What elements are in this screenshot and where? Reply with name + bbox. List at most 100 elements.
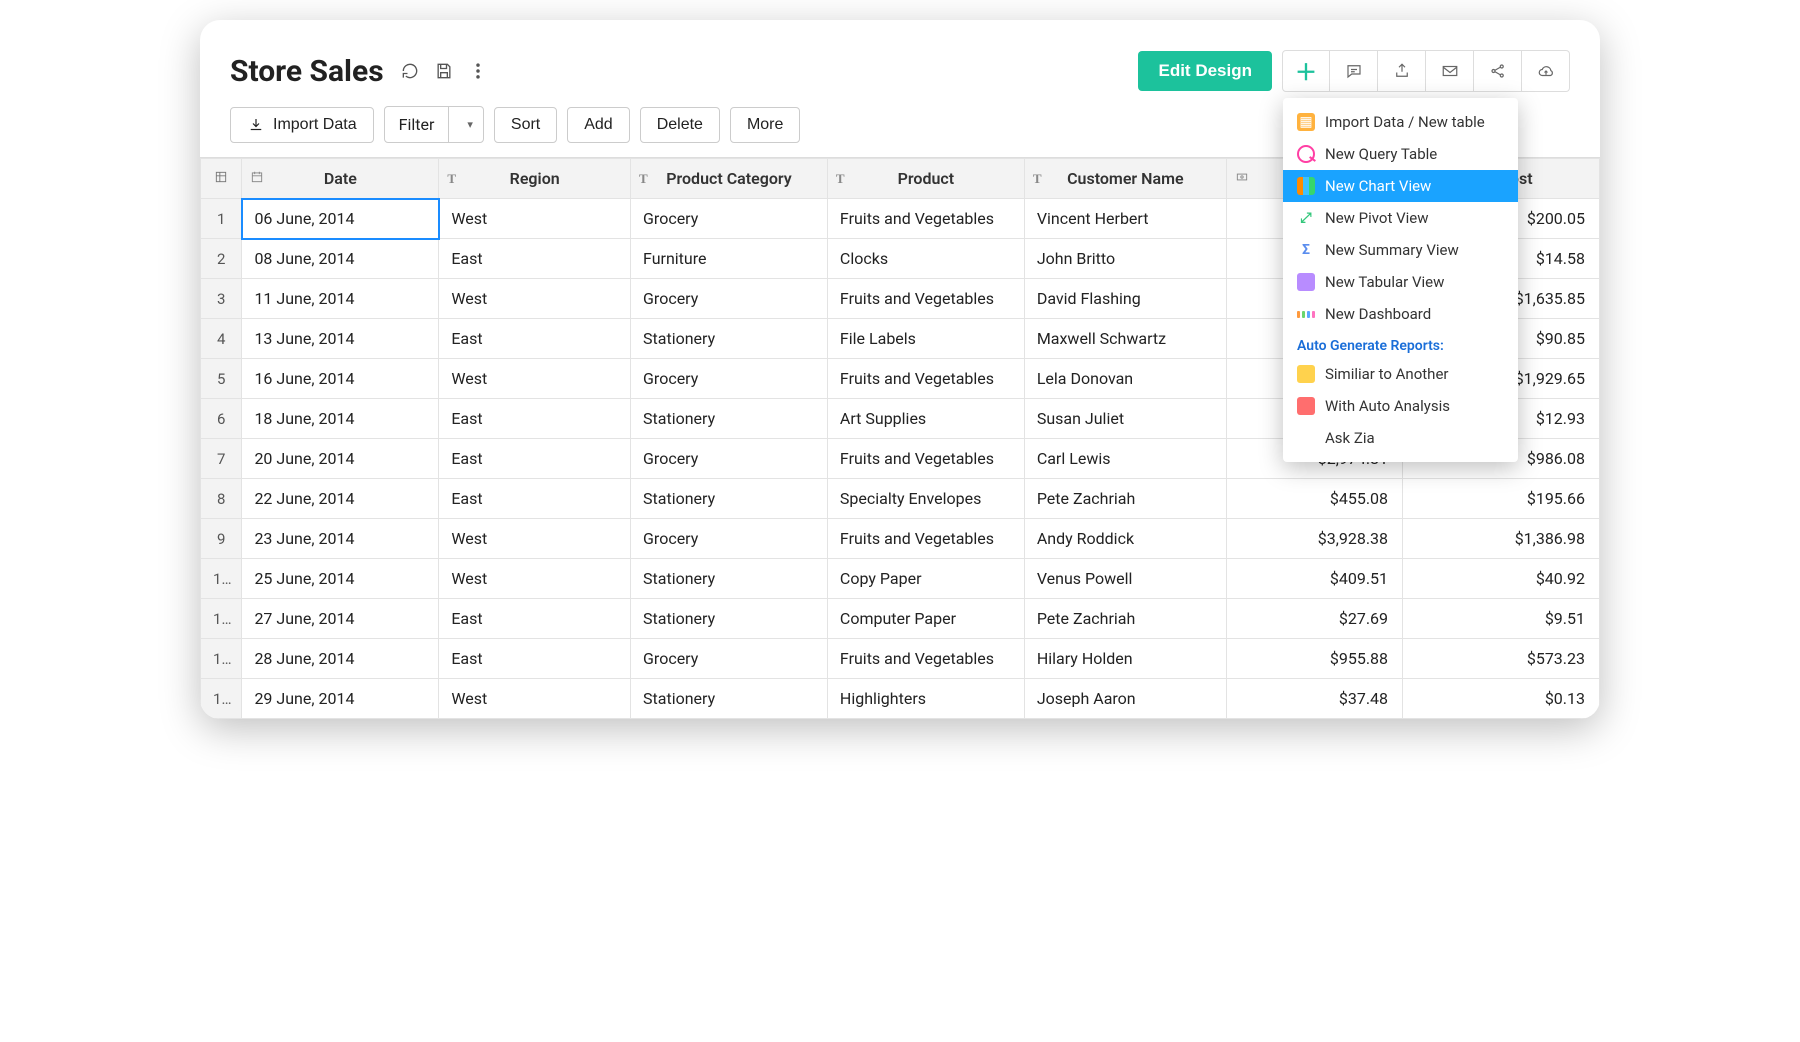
cell-product-category[interactable]: Grocery — [631, 199, 828, 239]
menu-new-query-table[interactable]: New Query Table — [1283, 138, 1518, 170]
add-new-button[interactable]: ＋ — [1282, 50, 1330, 92]
cell-region[interactable]: East — [439, 239, 631, 279]
cell-customer[interactable]: Lela Donovan — [1024, 359, 1226, 399]
cell-product[interactable]: File Labels — [827, 319, 1024, 359]
cell-customer[interactable]: Andy Roddick — [1024, 519, 1226, 559]
cell-product[interactable]: Art Supplies — [827, 399, 1024, 439]
cell-product[interactable]: Fruits and Vegetables — [827, 279, 1024, 319]
cell-product[interactable]: Fruits and Vegetables — [827, 439, 1024, 479]
table-row[interactable]: 1127 June, 2014EastStationeryComputer Pa… — [201, 599, 1600, 639]
cell-date[interactable]: 11 June, 2014 — [242, 279, 439, 319]
cell-product-category[interactable]: Grocery — [631, 519, 828, 559]
cell-product[interactable]: Fruits and Vegetables — [827, 359, 1024, 399]
menu-new-tabular-view[interactable]: New Tabular View — [1283, 266, 1518, 298]
cell-product-category[interactable]: Stationery — [631, 599, 828, 639]
chevron-down-icon[interactable]: ▾ — [457, 110, 483, 139]
column-header-product[interactable]: T Product — [827, 159, 1024, 199]
cell-region[interactable]: East — [439, 639, 631, 679]
cell-customer[interactable]: Vincent Herbert — [1024, 199, 1226, 239]
cell-product-category[interactable]: Stationery — [631, 399, 828, 439]
menu-new-pivot-view[interactable]: ⤢ New Pivot View — [1283, 202, 1518, 234]
cell-cost[interactable]: $9.51 — [1403, 599, 1600, 639]
cell-customer[interactable]: Carl Lewis — [1024, 439, 1226, 479]
cell-product[interactable]: Copy Paper — [827, 559, 1024, 599]
cell-sales[interactable]: $37.48 — [1226, 679, 1402, 719]
cell-region[interactable]: West — [439, 359, 631, 399]
cell-product-category[interactable]: Stationery — [631, 319, 828, 359]
cell-sales[interactable]: $955.88 — [1226, 639, 1402, 679]
cell-cost[interactable]: $1,386.98 — [1403, 519, 1600, 559]
cell-product[interactable]: Fruits and Vegetables — [827, 199, 1024, 239]
comment-button[interactable] — [1330, 50, 1378, 92]
column-header-date[interactable]: Date — [242, 159, 439, 199]
cell-product-category[interactable]: Furniture — [631, 239, 828, 279]
cell-customer[interactable]: Maxwell Schwartz — [1024, 319, 1226, 359]
cell-customer[interactable]: Joseph Aaron — [1024, 679, 1226, 719]
cell-date[interactable]: 18 June, 2014 — [242, 399, 439, 439]
menu-new-dashboard[interactable]: New Dashboard — [1283, 298, 1518, 330]
cloud-button[interactable] — [1522, 50, 1570, 92]
table-row[interactable]: 822 June, 2014EastStationerySpecialty En… — [201, 479, 1600, 519]
cell-region[interactable]: East — [439, 319, 631, 359]
edit-design-button[interactable]: Edit Design — [1138, 51, 1272, 91]
menu-import-data-new-table[interactable]: ▦ Import Data / New table — [1283, 106, 1518, 138]
table-row[interactable]: 1025 June, 2014WestStationeryCopy PaperV… — [201, 559, 1600, 599]
cell-cost[interactable]: $573.23 — [1403, 639, 1600, 679]
delete-button[interactable]: Delete — [640, 107, 720, 143]
menu-similar-to-another[interactable]: Similiar to Another — [1283, 358, 1518, 390]
cell-date[interactable]: 28 June, 2014 — [242, 639, 439, 679]
menu-new-summary-view[interactable]: Σ New Summary View — [1283, 234, 1518, 266]
cell-date[interactable]: 29 June, 2014 — [242, 679, 439, 719]
cell-product[interactable]: Fruits and Vegetables — [827, 639, 1024, 679]
menu-ask-zia[interactable]: Ask Zia — [1283, 422, 1518, 454]
menu-with-auto-analysis[interactable]: With Auto Analysis — [1283, 390, 1518, 422]
mail-button[interactable] — [1426, 50, 1474, 92]
cell-product[interactable]: Computer Paper — [827, 599, 1024, 639]
cell-product-category[interactable]: Grocery — [631, 439, 828, 479]
cell-region[interactable]: West — [439, 519, 631, 559]
column-header-region[interactable]: T Region — [439, 159, 631, 199]
cell-customer[interactable]: Venus Powell — [1024, 559, 1226, 599]
more-options-icon[interactable] — [468, 61, 488, 81]
cell-customer[interactable]: Susan Juliet — [1024, 399, 1226, 439]
cell-product[interactable]: Highlighters — [827, 679, 1024, 719]
cell-region[interactable]: East — [439, 599, 631, 639]
cell-date[interactable]: 06 June, 2014 — [242, 199, 439, 239]
table-row[interactable]: 1228 June, 2014EastGroceryFruits and Veg… — [201, 639, 1600, 679]
cell-cost[interactable]: $40.92 — [1403, 559, 1600, 599]
cell-date[interactable]: 20 June, 2014 — [242, 439, 439, 479]
cell-date[interactable]: 22 June, 2014 — [242, 479, 439, 519]
cell-product-category[interactable]: Stationery — [631, 559, 828, 599]
cell-product[interactable]: Specialty Envelopes — [827, 479, 1024, 519]
cell-region[interactable]: West — [439, 559, 631, 599]
cell-sales[interactable]: $27.69 — [1226, 599, 1402, 639]
cell-product-category[interactable]: Stationery — [631, 479, 828, 519]
table-row[interactable]: 923 June, 2014WestGroceryFruits and Vege… — [201, 519, 1600, 559]
column-header-product-category[interactable]: T Product Category — [631, 159, 828, 199]
cell-customer[interactable]: Pete Zachriah — [1024, 599, 1226, 639]
cell-product[interactable]: Fruits and Vegetables — [827, 519, 1024, 559]
column-header-customer-name[interactable]: T Customer Name — [1024, 159, 1226, 199]
cell-date[interactable]: 13 June, 2014 — [242, 319, 439, 359]
table-settings-icon[interactable] — [201, 159, 242, 199]
cell-cost[interactable]: $195.66 — [1403, 479, 1600, 519]
cell-cost[interactable]: $0.13 — [1403, 679, 1600, 719]
cell-product-category[interactable]: Grocery — [631, 359, 828, 399]
cell-region[interactable]: East — [439, 399, 631, 439]
cell-product[interactable]: Clocks — [827, 239, 1024, 279]
save-icon[interactable] — [434, 61, 454, 81]
cell-customer[interactable]: Hilary Holden — [1024, 639, 1226, 679]
cell-customer[interactable]: David Flashing — [1024, 279, 1226, 319]
refresh-icon[interactable] — [400, 61, 420, 81]
more-button[interactable]: More — [730, 107, 800, 143]
cell-date[interactable]: 25 June, 2014 — [242, 559, 439, 599]
cell-customer[interactable]: John Britto — [1024, 239, 1226, 279]
cell-sales[interactable]: $3,928.38 — [1226, 519, 1402, 559]
menu-new-chart-view[interactable]: New Chart View — [1283, 170, 1518, 202]
cell-customer[interactable]: Pete Zachriah — [1024, 479, 1226, 519]
cell-date[interactable]: 08 June, 2014 — [242, 239, 439, 279]
import-data-button[interactable]: Import Data — [230, 107, 374, 143]
cell-region[interactable]: East — [439, 479, 631, 519]
cell-date[interactable]: 27 June, 2014 — [242, 599, 439, 639]
cell-product-category[interactable]: Grocery — [631, 279, 828, 319]
